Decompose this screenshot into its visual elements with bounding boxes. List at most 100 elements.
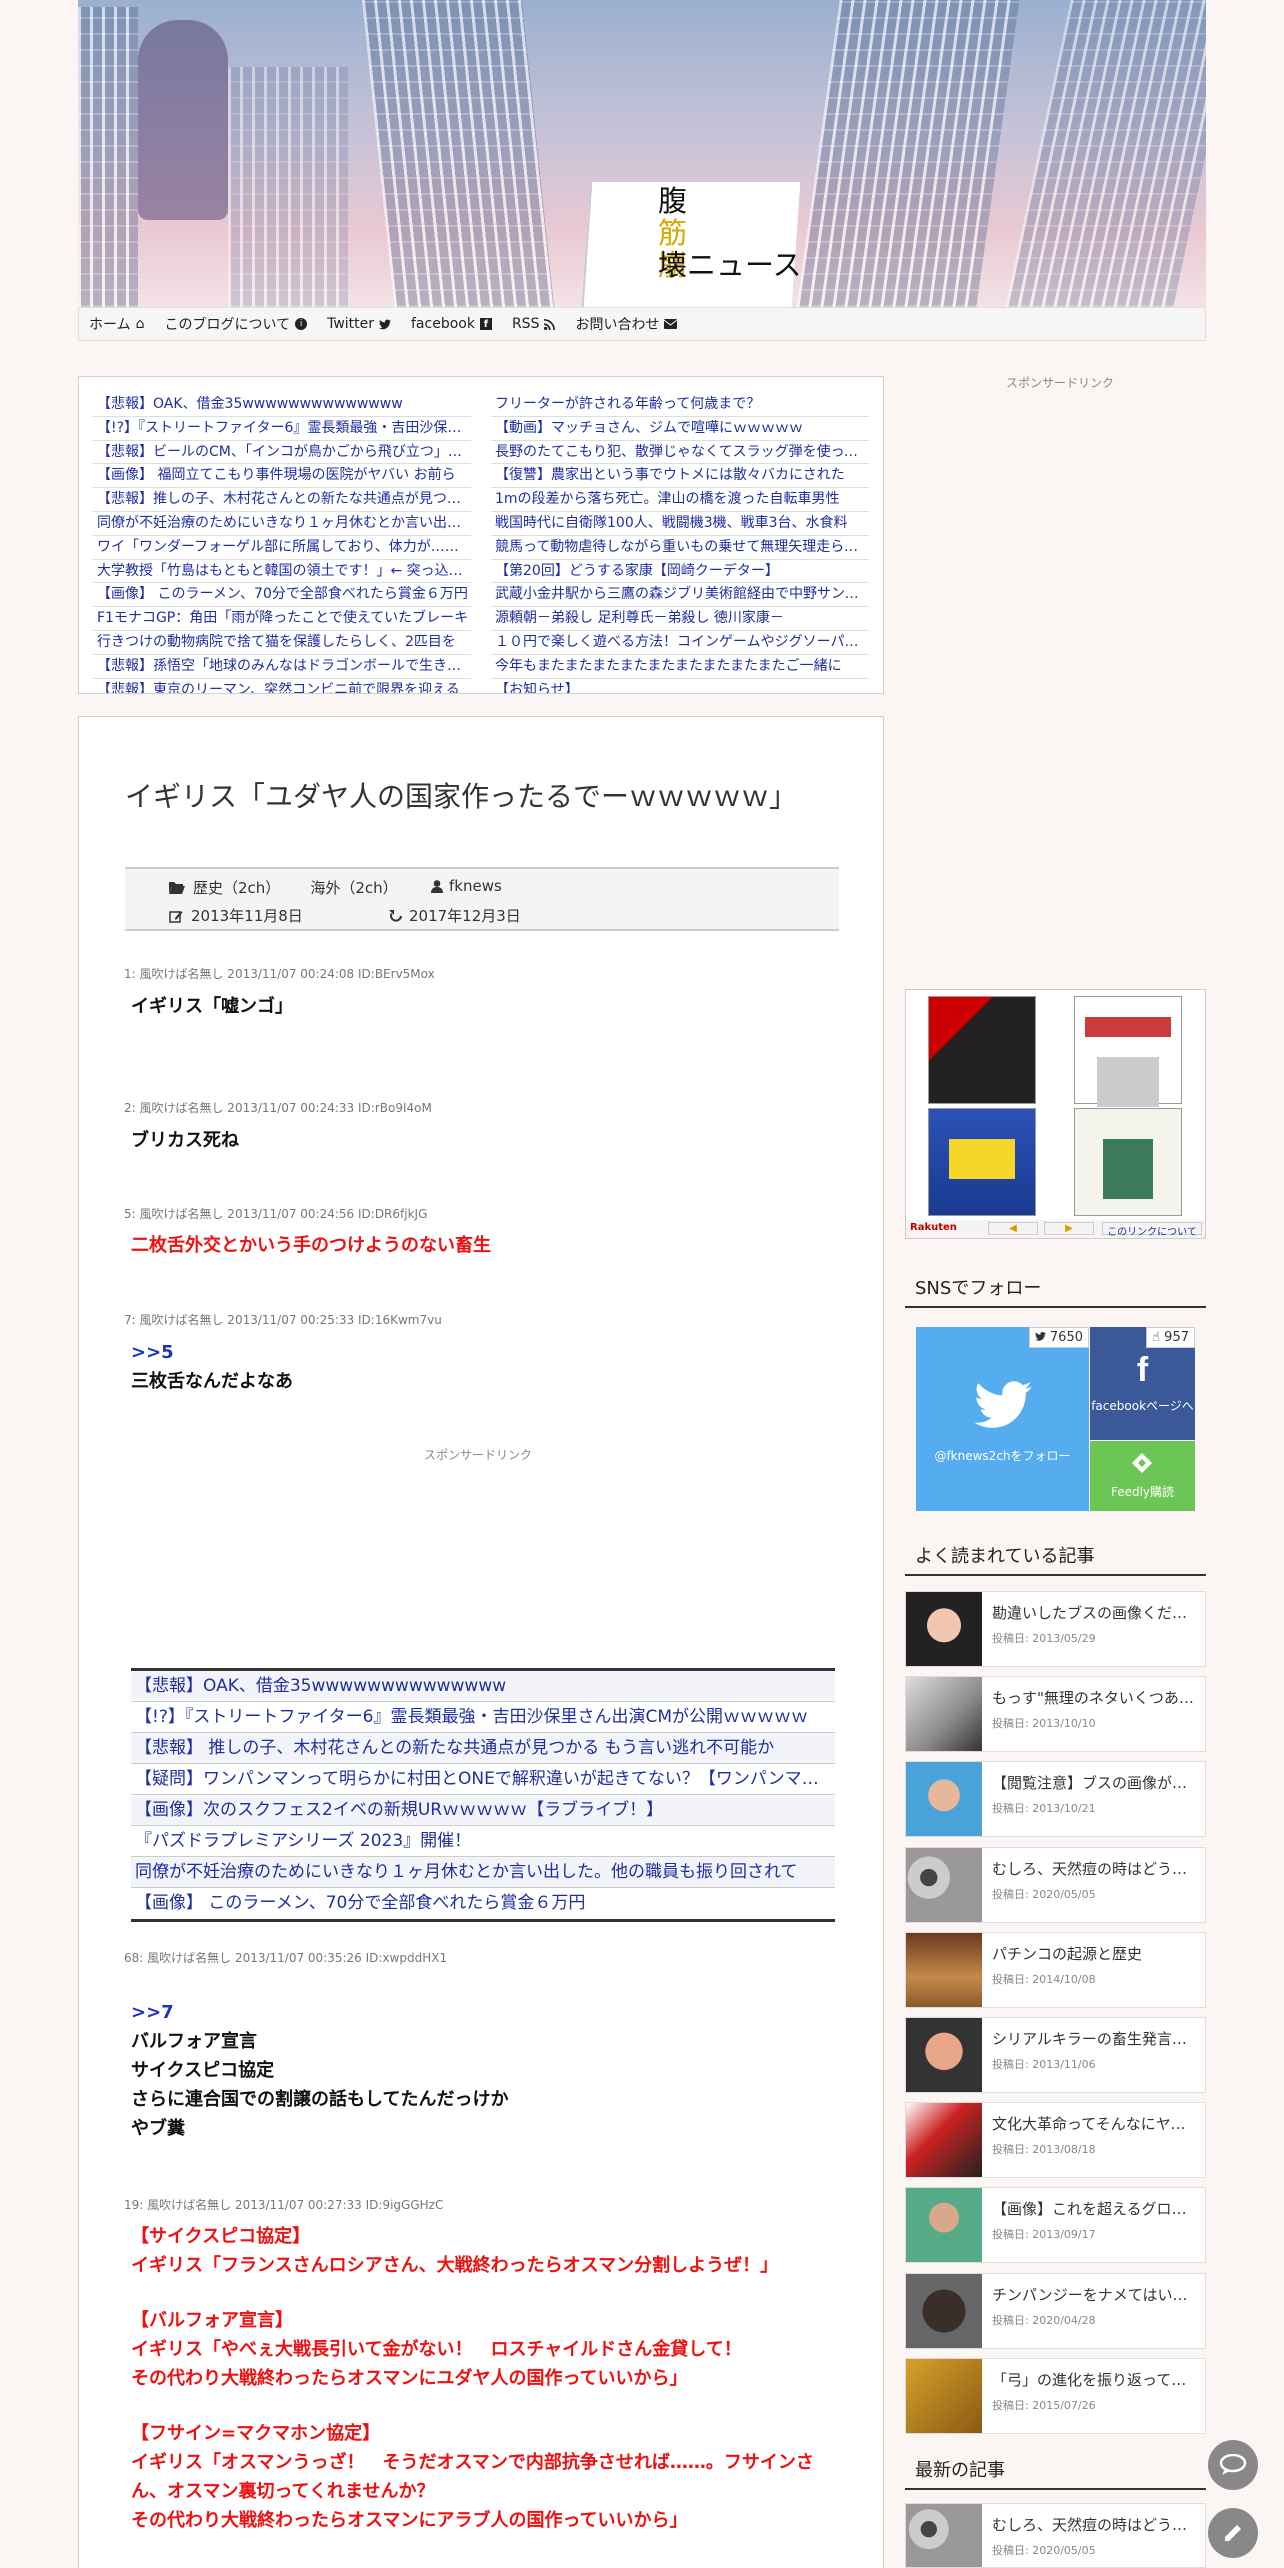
article-thumbnail <box>906 2358 982 2433</box>
nav-home[interactable]: ホーム ⌂ <box>89 314 144 334</box>
site-logo[interactable]: 腹 筋 崩 壊ニュース <box>658 185 838 281</box>
popular-article[interactable]: もっす"無理のネタいくつある？ 投稿日: 2013/10/10 <box>905 1676 1206 1753</box>
book-thumbnail[interactable] <box>1074 1108 1182 1216</box>
nav-facebook[interactable]: facebook f <box>411 316 492 332</box>
nav-rss[interactable]: RSS <box>512 316 556 332</box>
related-link[interactable]: 『パズドラプレミアシリーズ 2023』開催！ <box>131 1826 835 1857</box>
nav-contact[interactable]: お問い合わせ <box>575 314 678 334</box>
popular-article[interactable]: チンパンジーをナメてはいけない 投稿日: 2020/04/28 <box>905 2272 1206 2349</box>
site-header-banner[interactable]: 腹 筋 崩 壊ニュース <box>78 0 1206 307</box>
twitter-count: 7650 <box>1028 1327 1089 1348</box>
post-body: >>7 バルフォア宣言 サイクスピコ協定 さらに連合国での割譲の話もしてたんだっ… <box>131 1998 831 2143</box>
link-list-item[interactable]: ワイ「ワンダーフォーゲル部に所属しており、体力が…… <box>93 536 471 560</box>
link-list-item[interactable]: 【動画】マッチョさん、ジムで喧嘩にｗｗｗｗｗ <box>491 417 869 441</box>
nav-label: RSS <box>511 316 540 332</box>
related-link[interactable]: 【悲報】OAK、借金35wwwwwwwwwwwwww <box>131 1671 835 1702</box>
link-list-item[interactable]: 長野のたてこもり犯、散弾じゃなくてスラッグ弾を使ってた <box>491 441 869 465</box>
link-list-item[interactable]: 【第20回】どうする家康【岡崎クーデター】 <box>491 560 869 584</box>
related-link[interactable]: 【!?】『ストリートファイター6』霊長類最強・吉田沙保里さん出演CMが公開ｗｗｗ… <box>131 1702 835 1733</box>
link-list-item[interactable]: フリーターが許される年齢って何歳まで？ <box>491 393 869 417</box>
link-list-item[interactable]: F1モナコGP：角田「雨が降ったことで使えていたブレーキ <box>93 607 471 631</box>
post-header: 68: 風吹けば名無し 2013/11/07 00:35:26 ID:xwpdd… <box>124 1951 448 1965</box>
related-link[interactable]: 【悲報】 推しの子、木村花さんとの新たな共通点が見つかる もう言い逃れ不可能か <box>131 1733 835 1764</box>
popular-article[interactable]: 「弓」の進化を振り返ってみよう 投稿日: 2015/07/26 <box>905 2357 1206 2434</box>
count-value: 7650 <box>1049 1330 1083 1345</box>
sidebar-ad-slot[interactable] <box>920 400 1190 960</box>
article-thumbnail <box>906 2188 982 2263</box>
nav-about[interactable]: このブログについて i <box>164 314 308 334</box>
feedly-subscribe-button[interactable]: Feedly購読 <box>1090 1441 1195 1511</box>
rss-icon <box>544 318 556 330</box>
post-body: 【サイクスピコ協定】 イギリス「フランスさんロシアさん、大戦終わったらオスマン分… <box>131 2222 831 2535</box>
popular-article[interactable]: 文化大革命ってそんなにヤバかった投稿日: 2013/08/18 <box>905 2102 1206 2179</box>
link-list-item[interactable]: 【悲報】OAK、借金35wwwwwwwwwwwwww <box>93 393 471 417</box>
link-list-item[interactable]: 同僚が不妊治療のためにいきなり１ヶ月休むとか言い出した <box>93 512 471 536</box>
article-title: 勘違いしたブスの画像ください <box>992 1604 1196 1622</box>
reply-anchor-link[interactable]: >>5 <box>131 1342 174 1363</box>
popular-article[interactable]: シリアルキラーの畜生発言で打線 投稿日: 2013/11/06 <box>905 2017 1206 2093</box>
link-list-item[interactable]: 【画像】 このラーメン、70分で全部食べれたら賞金６万円 <box>93 583 471 608</box>
link-list-item[interactable]: 武蔵小金井駅から三鷹の森ジブリ美術館経由で中野サンプラザ <box>491 583 869 608</box>
link-list-item[interactable]: 【悲報】東京のリーマン、突然コンビニ前で限界を迎える <box>93 679 471 693</box>
article-date: 投稿日: 2020/04/28 <box>992 2313 1096 2327</box>
popular-article[interactable]: 【閲覧注意】ブスの画像が集まる 投稿日: 2013/10/21 <box>905 1761 1206 1838</box>
link-list-item[interactable]: 源頼朝－弟殺し 足利尊氏－弟殺し 徳川家康－ <box>491 607 869 631</box>
ad-slot[interactable] <box>239 1469 719 1649</box>
post-line: イギリス「やべぇ大戦長引いて金がない！ ロスチャイルドさん金貸して！ <box>131 2339 742 2360</box>
category-link[interactable]: 海外（2ch） <box>310 877 397 898</box>
author-link[interactable]: fknews <box>449 877 502 895</box>
link-list-item[interactable]: 【!?】『ストリートファイター6』霊長類最強・吉田沙保里さん出演CMが <box>93 417 471 441</box>
link-list-item[interactable]: 【復讐】農家出という事でウトメには散々バカにされた <box>491 464 869 489</box>
link-column-left: 【悲報】OAK、借金35wwwwwwwwwwwwww 【!?】『ストリートファイタ… <box>93 393 471 693</box>
link-list-item[interactable]: 【悲報】ビールのCM、「インコが鳥かごから飛び立つ」演出 <box>93 441 471 465</box>
popular-article[interactable]: 勘違いしたブスの画像ください 投稿日: 2013/05/29 <box>905 1591 1206 1667</box>
category-link[interactable]: 歴史（2ch） <box>193 877 280 898</box>
link-list-item[interactable]: 行きつけの動物病院で捨て猫を保護したらしく、2匹目を <box>93 631 471 655</box>
nav-twitter[interactable]: Twitter <box>327 316 391 332</box>
write-button[interactable] <box>1208 2508 1258 2558</box>
link-list-item[interactable]: 競馬って動物虐待しながら重いもの乗せて無理矢理走らせる <box>491 536 869 560</box>
reply-anchor-link[interactable]: >>7 <box>131 2002 174 2023</box>
link-list-item[interactable]: 【お知らせ】 <box>491 679 869 693</box>
about-link[interactable]: このリンクについて <box>1102 1222 1202 1238</box>
sponsored-label: スポンサードリンク <box>424 1448 533 1462</box>
link-list-item[interactable]: １０円で楽しく遊べる方法！コインゲームやジグソーパズル <box>491 631 869 655</box>
next-button[interactable]: ▶ <box>1044 1222 1094 1235</box>
nav-label: facebook <box>411 316 475 332</box>
comment-button[interactable] <box>1208 2440 1258 2490</box>
book-thumbnail[interactable] <box>928 996 1036 1104</box>
link-list-item[interactable]: 【悲報】推しの子、木村花さんとの新たな共通点が見つかる <box>93 488 471 512</box>
related-link[interactable]: 【疑問】ワンパンマンって明らかに村田とONEで解釈違いが起きてない？【ワンパンマ… <box>131 1764 835 1795</box>
home-icon: ⌂ <box>135 316 145 332</box>
related-link[interactable]: 【画像】 このラーメン、70分で全部食べれたら賞金６万円 <box>131 1888 835 1919</box>
post-header: 5: 風吹けば名無し 2013/11/07 00:24:56 ID:DR6fjk… <box>124 1207 428 1221</box>
popular-article[interactable]: むしろ、天然痘の時はどうだった 投稿日: 2020/05/05 <box>905 1846 1206 1923</box>
popular-article[interactable]: 【画像】これを超えるグロメン 投稿日: 2013/09/17 <box>905 2187 1206 2264</box>
post-line: さらに連合国での割譲の話もしてたんだっけか <box>131 2089 509 2110</box>
logo-char: 筋 <box>658 216 688 250</box>
feedly-label: Feedly購読 <box>1110 1485 1175 1499</box>
logo-char: 腹 <box>658 184 688 218</box>
latest-article[interactable]: むしろ、天然痘の時はどうだった 投稿日: 2020/05/05 <box>905 2503 1206 2568</box>
book-thumbnail[interactable] <box>928 1108 1036 1216</box>
popular-article[interactable]: パチンコの起源と歴史 投稿日: 2014/10/08 <box>905 1931 1206 2008</box>
prev-button[interactable]: ◀ <box>988 1222 1038 1235</box>
link-list-item[interactable]: 大学教授「竹島はもともと韓国の領土です！」← 突っ込みどころ <box>93 560 471 584</box>
book-thumbnail[interactable] <box>1074 996 1182 1107</box>
nav-label: このブログについて <box>164 317 291 333</box>
link-list-item[interactable]: 今年もまたまたまたまたまたまたまたまたまたご一緒に <box>491 655 869 679</box>
facebook-page-button[interactable]: ☝ 957 f facebookページへ <box>1090 1327 1195 1440</box>
link-list-item[interactable]: 戦国時代に自衛隊100人、戦闘機3機、戦車3台、水食料 <box>491 512 869 536</box>
article-title: 【画像】これを超えるグロメン <box>992 2200 1196 2219</box>
article-date: 投稿日: 2013/11/06 <box>992 2058 1096 2071</box>
nav-label: ホーム <box>89 317 131 333</box>
related-link[interactable]: 【画像】次のスクフェス2イベの新規URｗｗｗｗｗ【ラブライブ！】 <box>131 1795 835 1826</box>
link-list-item[interactable]: 1mの段差から落ち死亡。津山の橋を渡った自転車男性 <box>491 488 869 512</box>
article-date: 投稿日: 2015/07/26 <box>992 2398 1096 2412</box>
rakuten-widget: Rakuten ◀ ▶ このリンクについて <box>905 989 1206 1239</box>
post-line: イギリス「オスマンうっざ！ そうだオスマンで内部抗争させれば……。フサインさん、… <box>131 2452 814 2502</box>
related-link[interactable]: 同僚が不妊治療のためにいきなり１ヶ月休むとか言い出した。他の職員も振り回されて <box>131 1857 835 1888</box>
twitter-follow-button[interactable]: 7650 @fknews2chをフォロー <box>916 1327 1089 1511</box>
link-list-item[interactable]: 【悲報】孫悟空「地球のみんなはドラゴンボールで生き返る <box>93 655 471 679</box>
link-list-item[interactable]: 【画像】 福岡立てこもり事件現場の医院がヤバい お前ら <box>93 464 471 489</box>
